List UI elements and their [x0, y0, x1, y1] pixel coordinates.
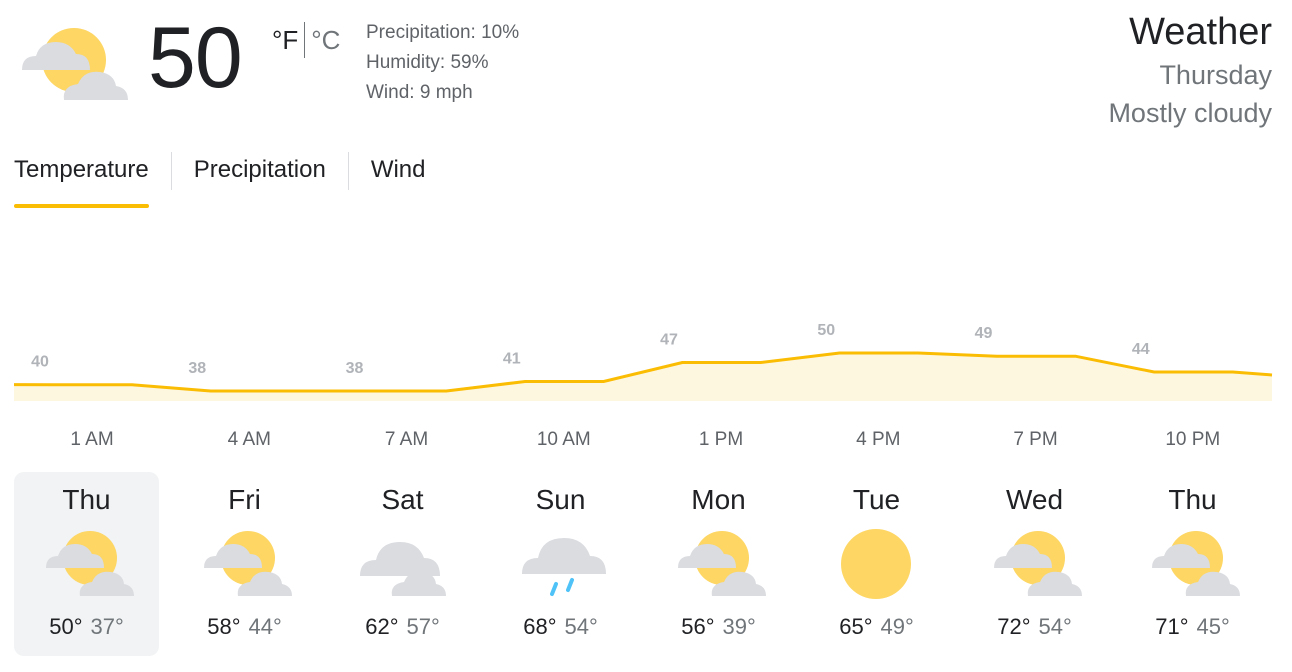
- weather-title-block: Weather Thursday Mostly cloudy: [1108, 8, 1272, 132]
- tab-divider: [170, 152, 172, 190]
- weather-details: Precipitation: 10% Humidity: 59% Wind: 9…: [366, 18, 519, 108]
- hourly-temp-label: 40: [31, 354, 49, 371]
- tab-temperature[interactable]: Temperature: [14, 148, 149, 208]
- low-temp: 57°: [406, 614, 440, 639]
- tab-divider: [347, 152, 349, 190]
- high-temp: 50°: [49, 614, 83, 639]
- high-temp: 56°: [681, 614, 715, 639]
- hour-tick-label: 10 PM: [1165, 429, 1220, 450]
- high-temp: 71°: [1155, 614, 1189, 639]
- temperature-chart: 40 1 AM 38 4 AM 38 7 AM 41 10 AM 47 1 PM 50 4 PM 49 7…: [0, 300, 1292, 460]
- hourly-temp-label: 38: [346, 360, 364, 377]
- celsius-toggle[interactable]: °C: [311, 25, 340, 56]
- tab-wind[interactable]: Wind: [371, 148, 426, 206]
- wind-text: Wind: 9 mph: [366, 82, 473, 103]
- day-temps: 72° 54°: [962, 614, 1107, 640]
- low-temp: 39°: [722, 614, 756, 639]
- day-card[interactable]: Thu 50° 37°: [14, 472, 159, 656]
- day-card[interactable]: Sat 62° 57°: [330, 472, 475, 656]
- unit-switch: °F °C: [272, 22, 340, 58]
- day-temps: 62° 57°: [330, 614, 475, 640]
- hour-tick-label: 1 PM: [699, 429, 743, 450]
- current-conditions: 50 °F °C Precipitation: 10% Humidity: 59…: [0, 0, 1292, 140]
- sunny-icon: [826, 528, 926, 600]
- low-temp: 44°: [248, 614, 282, 639]
- partly-cloudy-icon: [668, 528, 768, 600]
- day-temps: 71° 45°: [1120, 614, 1265, 640]
- hourly-temp-label: 44: [1132, 341, 1150, 358]
- high-temp: 65°: [839, 614, 873, 639]
- humidity-text: Humidity: 59%: [366, 52, 489, 73]
- day-temps: 65° 49°: [804, 614, 949, 640]
- day-name: Wed: [1005, 484, 1064, 515]
- hourly-temp-label: 41: [503, 351, 521, 368]
- low-temp: 49°: [880, 614, 914, 639]
- daily-forecast: Thu 50° 37° Fri 58° 44° Sat 62° 57° Sun 68°…: [14, 472, 1278, 658]
- day-temps: 68° 54°: [488, 614, 633, 640]
- partly-cloudy-icon: [984, 528, 1084, 600]
- high-temp: 58°: [207, 614, 241, 639]
- high-temp: 72°: [997, 614, 1031, 639]
- temperature-chart-svg: 40 1 AM 38 4 AM 38 7 AM 41 10 AM 47 1 PM 50 4 PM 49 7…: [13, 322, 1273, 450]
- day-name: Thu: [1168, 484, 1217, 515]
- hour-tick-label: 7 AM: [385, 429, 428, 450]
- weather-title: Weather: [1129, 11, 1272, 53]
- partly-cloudy-icon: [194, 528, 294, 600]
- day-name: Tue: [852, 484, 901, 515]
- current-temperature: 50: [148, 10, 243, 106]
- low-temp: 45°: [1196, 614, 1230, 639]
- low-temp: 37°: [90, 614, 124, 639]
- day-temps: 56° 39°: [646, 614, 791, 640]
- hourly-temp-label: 47: [660, 332, 678, 349]
- hour-tick-label: 1 AM: [70, 429, 113, 450]
- day-card[interactable]: Tue 65° 49°: [804, 472, 949, 656]
- day-name: Thu: [62, 484, 111, 515]
- day-card[interactable]: Sun 68° 54°: [488, 472, 633, 656]
- weather-day: Thursday: [1159, 60, 1272, 90]
- day-card[interactable]: Mon 56° 39°: [646, 472, 791, 656]
- partly-cloudy-icon: [1142, 528, 1242, 600]
- unit-divider: [304, 22, 306, 58]
- rain-icon: [510, 528, 610, 600]
- hourly-temp-label: 49: [975, 325, 993, 342]
- day-name: Sat: [381, 484, 424, 515]
- hour-tick-label: 4 PM: [856, 429, 900, 450]
- day-name: Sun: [535, 484, 586, 515]
- day-name: Fri: [228, 484, 261, 515]
- hour-tick-label: 10 AM: [537, 429, 591, 450]
- cloudy-icon: [352, 528, 452, 600]
- precipitation-text: Precipitation: 10%: [366, 22, 520, 43]
- hour-tick-label: 7 PM: [1013, 429, 1057, 450]
- tab-precipitation[interactable]: Precipitation: [194, 148, 326, 206]
- weather-condition: Mostly cloudy: [1108, 98, 1272, 128]
- partly-cloudy-icon: [36, 528, 136, 600]
- day-card[interactable]: Fri 58° 44°: [172, 472, 317, 656]
- day-name: Mon: [691, 484, 746, 515]
- high-temp: 62°: [365, 614, 399, 639]
- hour-tick-label: 4 AM: [228, 429, 271, 450]
- fahrenheit-toggle[interactable]: °F: [272, 25, 298, 56]
- day-temps: 58° 44°: [172, 614, 317, 640]
- low-temp: 54°: [564, 614, 598, 639]
- day-card[interactable]: Thu 71° 45°: [1120, 472, 1265, 656]
- high-temp: 68°: [523, 614, 557, 639]
- day-card[interactable]: Wed 72° 54°: [962, 472, 1107, 656]
- day-temps: 50° 37°: [14, 614, 159, 640]
- low-temp: 54°: [1038, 614, 1072, 639]
- partly-cloudy-icon: [14, 24, 130, 104]
- chart-tabs: Temperature Precipitation Wind: [14, 148, 426, 210]
- hourly-temp-label: 50: [817, 322, 835, 339]
- hourly-temp-label: 38: [188, 360, 206, 377]
